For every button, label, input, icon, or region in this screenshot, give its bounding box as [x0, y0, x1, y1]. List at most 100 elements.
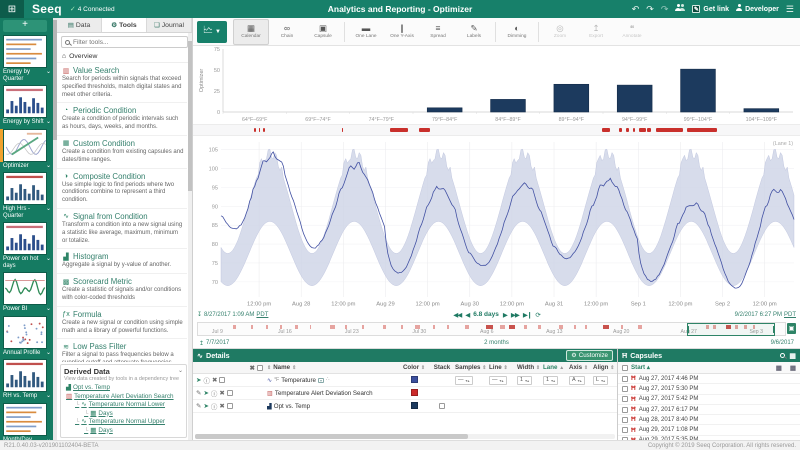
derived-item-label[interactable]: Days — [98, 410, 112, 419]
stats-icon[interactable]: ∴ — [326, 377, 330, 383]
capsule-mark[interactable] — [602, 128, 609, 132]
tool-item-periodic-condition[interactable]: ◔ Periodic Condition Create a condition … — [57, 103, 187, 136]
capsule-mark[interactable] — [342, 128, 343, 132]
user-menu[interactable]: Developer — [736, 6, 779, 13]
investigate-duration[interactable]: 2 months — [193, 340, 800, 346]
row-checkbox[interactable] — [227, 390, 233, 396]
start-column-label[interactable]: Start ▴ — [631, 364, 650, 371]
filter-tools-box[interactable] — [61, 36, 188, 48]
details-row[interactable]: ✎➤ ⓘ ✖ ▥Temperature Alert Deviation Sear… — [193, 387, 617, 400]
capsule-mark[interactable] — [254, 128, 256, 132]
users-icon[interactable] — [675, 8, 681, 11]
derived-item[interactable]: └ ▦ Days — [64, 427, 183, 436]
worksheet-item[interactable]: Month/Day Histogram ⌄ — [3, 403, 51, 441]
refresh-icon[interactable]: ⟳ — [535, 311, 539, 319]
tool-item-custom-condition[interactable]: ▦ Custom Condition Create a condition fr… — [57, 136, 187, 169]
tool-item-composite-condition[interactable]: ◑ Composite Condition Use simple logic t… — [57, 169, 187, 209]
worksheet-thumbnail[interactable] — [3, 359, 47, 392]
capsules-grid-icon[interactable]: ▦ — [789, 352, 796, 360]
pin-icon[interactable]: ➤ — [203, 402, 208, 410]
derived-item-label[interactable]: Opt vs. Temp — [73, 384, 110, 393]
row-checkbox[interactable] — [219, 377, 225, 383]
derived-item[interactable]: ▟ Opt vs. Temp — [64, 384, 183, 393]
calendar-button[interactable]: ▦Calendar — [233, 19, 269, 45]
tools-scrollbar[interactable] — [188, 33, 192, 440]
capsule-checkbox[interactable] — [622, 427, 628, 433]
row-checkbox[interactable] — [227, 403, 233, 409]
customize-button[interactable]: ⚙Customize — [566, 350, 613, 361]
capsules-select-all-checkbox[interactable] — [622, 365, 628, 371]
tool-item-scorecard-metric[interactable]: ▩ Scorecard Metric Create a statistic of… — [57, 274, 187, 307]
select-all-checkbox[interactable] — [257, 365, 263, 371]
item-name[interactable]: Opt vs. Temp — [274, 403, 310, 410]
timebar-selection[interactable] — [687, 323, 775, 336]
capsule-row[interactable]: Ħ Aug 28, 2017 8:40 PM — [618, 415, 800, 425]
step-forward-fast-icon[interactable]: ▶▶ — [511, 311, 519, 319]
dimming-button[interactable]: ◐Dimming — [499, 19, 535, 45]
worksheet-thumbnail[interactable] — [3, 85, 47, 118]
chevron-down-icon[interactable]: ⌄ — [46, 306, 51, 313]
capsule-lane-strip[interactable] — [193, 124, 800, 136]
info-icon[interactable]: ⓘ — [211, 401, 218, 411]
capsule-mark[interactable] — [633, 128, 635, 132]
capsule-mark[interactable] — [656, 128, 683, 132]
capsule-checkbox[interactable] — [622, 417, 628, 423]
info-icon[interactable]: ⓘ — [203, 375, 210, 385]
derived-item-label[interactable]: Temperature Normal Lower — [89, 401, 165, 410]
tool-item-signal-from-condition[interactable]: ∿ Signal from Condition Transform a cond… — [57, 209, 187, 249]
chevron-down-icon[interactable]: ⌄ — [46, 256, 51, 263]
pin-icon[interactable]: ➤ — [203, 389, 208, 397]
seeq-logo[interactable]: Seeq — [32, 2, 62, 16]
undo-icon[interactable]: ↶ — [632, 5, 640, 14]
tab-tools[interactable]: ⚙Tools — [102, 18, 147, 32]
remove-icon[interactable]: ✖ — [219, 389, 224, 397]
capsule-checkbox[interactable] — [622, 376, 628, 382]
chevron-down-icon[interactable]: ⌄ — [46, 206, 51, 213]
worksheet-item[interactable]: High Hrs - Quarter ⌄ — [3, 172, 51, 220]
app-menu-button[interactable]: ⊞ — [0, 0, 24, 18]
export-button[interactable]: ↥Export — [578, 19, 614, 45]
step-forward-icon[interactable]: ▶ — [503, 311, 507, 319]
remove-icon[interactable]: ✖ — [219, 402, 224, 410]
worksheet-thumbnail[interactable] — [3, 222, 47, 255]
capsule-mark[interactable] — [687, 128, 717, 132]
timebar-expand-button[interactable]: ▣ — [787, 323, 796, 334]
chevron-down-icon[interactable]: ⌄ — [46, 350, 51, 357]
worksheet-thumbnail[interactable] — [3, 403, 47, 436]
stack-checkbox[interactable] — [439, 403, 445, 409]
worksheet-thumbnail[interactable] — [3, 172, 47, 205]
filter-tools-input[interactable] — [73, 39, 184, 46]
capsule-row[interactable]: Ħ Aug 27, 2017 4:46 PM — [618, 374, 800, 384]
axis-stepper[interactable]: A▾▴ — [569, 376, 585, 385]
selection-left-handle[interactable] — [687, 326, 689, 333]
add-worksheet-button[interactable]: + — [3, 20, 47, 32]
tool-item-low-pass-filter[interactable]: ≋ Low Pass Filter Filter a signal to pas… — [57, 339, 187, 362]
item-name[interactable]: Temperature Alert Deviation Search — [275, 390, 373, 397]
chevron-down-icon[interactable]: ⌄ — [46, 69, 51, 76]
worksheet-thumbnail[interactable] — [3, 129, 47, 162]
worksheet-item[interactable]: Power BI ⌄ — [3, 272, 51, 314]
add-column-icon[interactable]: ▦ — [776, 364, 782, 372]
capsule-mark[interactable] — [626, 128, 629, 132]
capsule-checkbox[interactable] — [622, 386, 628, 392]
pin-icon[interactable]: ➤ — [196, 376, 201, 384]
tab-data[interactable]: ▤Data — [57, 18, 102, 32]
details-hscrollbar[interactable] — [195, 434, 615, 439]
capsule-checkbox[interactable] — [622, 396, 628, 402]
get-link-button[interactable]: ✎Get link — [692, 5, 729, 13]
worksheet-item[interactable]: Annual Profile ⌄ — [3, 316, 51, 358]
share-icon[interactable]: ↷ — [661, 5, 669, 14]
one-y-axis-button[interactable]: ∥One Y-Axis — [384, 19, 420, 45]
worksheet-thumbnail[interactable] — [3, 35, 47, 68]
derived-item[interactable]: └ ▦ Days — [64, 410, 183, 419]
selection-right-handle[interactable] — [773, 326, 775, 333]
details-row[interactable]: ➤ ⓘ ✖ ∿°FTemperature ∴ —▾▴ —▾▴ 1▾▴ 1▾▴ A… — [193, 374, 617, 387]
capsule-checkbox[interactable] — [622, 407, 628, 413]
derived-item[interactable]: └ ∿ Temperature Normal Lower — [64, 401, 183, 410]
column-settings-icon[interactable]: ▦ — [790, 364, 796, 372]
samples-select[interactable]: —▾▴ — [455, 376, 473, 385]
chevron-down-icon[interactable]: ⌄ — [46, 163, 51, 170]
line-width-stepper[interactable]: 1▾▴ — [517, 376, 532, 385]
capsule-mark[interactable] — [619, 128, 622, 132]
chevron-down-icon[interactable]: ⌄ — [46, 437, 51, 441]
